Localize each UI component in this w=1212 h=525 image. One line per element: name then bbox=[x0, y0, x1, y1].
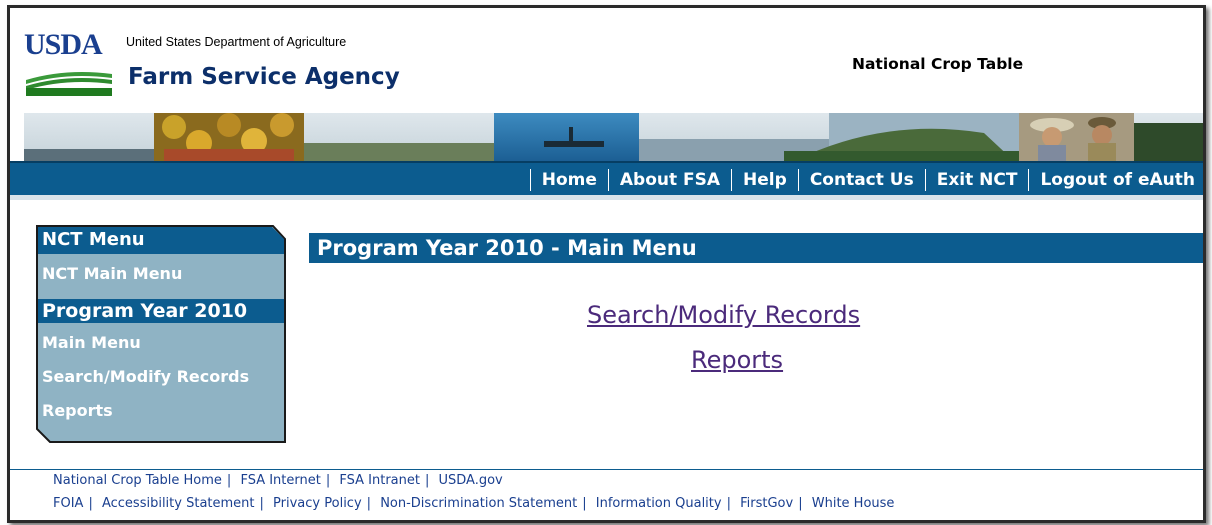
agency-name: Farm Service Agency bbox=[128, 64, 400, 90]
footer-white-house-link[interactable]: White House bbox=[812, 496, 895, 511]
footer-fsa-intranet-link[interactable]: FSA Intranet bbox=[339, 473, 420, 488]
nav-separator bbox=[731, 169, 733, 191]
footer-non-discrimination-link[interactable]: Non-Discrimination Statement bbox=[380, 496, 577, 511]
header-banner-image bbox=[24, 113, 1203, 161]
nav-about-fsa-link[interactable]: About FSA bbox=[620, 170, 720, 190]
nav-separator bbox=[924, 169, 926, 191]
nav-help-link[interactable]: Help bbox=[743, 170, 787, 190]
page-frame: USDA United States Department of Agricul… bbox=[7, 5, 1206, 523]
nav-logout-link[interactable]: Logout of eAuth bbox=[1040, 170, 1195, 190]
nav-separator bbox=[529, 169, 531, 191]
nav-bottom-strip bbox=[10, 195, 1203, 200]
nav-contact-us-link[interactable]: Contact Us bbox=[810, 170, 914, 190]
footer-links-row-1: National Crop Table Home | FSA Internet | … bbox=[53, 473, 503, 488]
sidebar-item-main-menu[interactable]: Main Menu bbox=[42, 333, 141, 352]
footer-usda-gov-link[interactable]: USDA.gov bbox=[439, 473, 503, 488]
footer-foia-link[interactable]: FOIA bbox=[53, 496, 83, 511]
footer-information-quality-link[interactable]: Information Quality bbox=[596, 496, 722, 511]
usda-stripes-icon bbox=[26, 72, 112, 96]
top-nav-links: Home About FSA Help Contact Us Exit NCT … bbox=[519, 163, 1195, 197]
footer-divider bbox=[10, 469, 1203, 470]
nav-exit-nct-link[interactable]: Exit NCT bbox=[937, 170, 1018, 190]
search-modify-records-link[interactable]: Search/Modify Records bbox=[587, 301, 860, 329]
main-title-bar: Program Year 2010 - Main Menu bbox=[309, 233, 1203, 263]
usda-logo-text: USDA bbox=[24, 28, 103, 61]
footer-links-row-2: FOIA | Accessibility Statement | Privacy P… bbox=[53, 496, 895, 511]
sidebar-item-nct-main-menu[interactable]: NCT Main Menu bbox=[42, 264, 182, 283]
sidebar-section-program-year: Program Year 2010 bbox=[42, 300, 248, 322]
nav-separator bbox=[1028, 169, 1030, 191]
footer-nct-home-link[interactable]: National Crop Table Home bbox=[53, 473, 222, 488]
department-name: United States Department of Agriculture bbox=[126, 35, 347, 49]
footer-fsa-internet-link[interactable]: FSA Internet bbox=[240, 473, 320, 488]
app-title: National Crop Table bbox=[852, 55, 1024, 73]
nav-separator bbox=[797, 169, 799, 191]
reports-link[interactable]: Reports bbox=[691, 346, 783, 374]
footer-privacy-policy-link[interactable]: Privacy Policy bbox=[273, 496, 362, 511]
footer-accessibility-link[interactable]: Accessibility Statement bbox=[102, 496, 255, 511]
nav-home-link[interactable]: Home bbox=[542, 170, 597, 190]
sidebar-item-search-modify-records[interactable]: Search/Modify Records bbox=[42, 367, 249, 386]
top-navigation-bar: Home About FSA Help Contact Us Exit NCT … bbox=[10, 161, 1203, 197]
page-title: Program Year 2010 - Main Menu bbox=[317, 236, 697, 260]
sidebar-item-reports[interactable]: Reports bbox=[42, 401, 113, 420]
sidebar-section-nct-menu: NCT Menu bbox=[42, 229, 145, 250]
nav-separator bbox=[607, 169, 609, 191]
footer-firstgov-link[interactable]: FirstGov bbox=[740, 496, 793, 511]
sidebar-menu: NCT Menu NCT Main Menu Program Year 2010… bbox=[36, 225, 286, 443]
